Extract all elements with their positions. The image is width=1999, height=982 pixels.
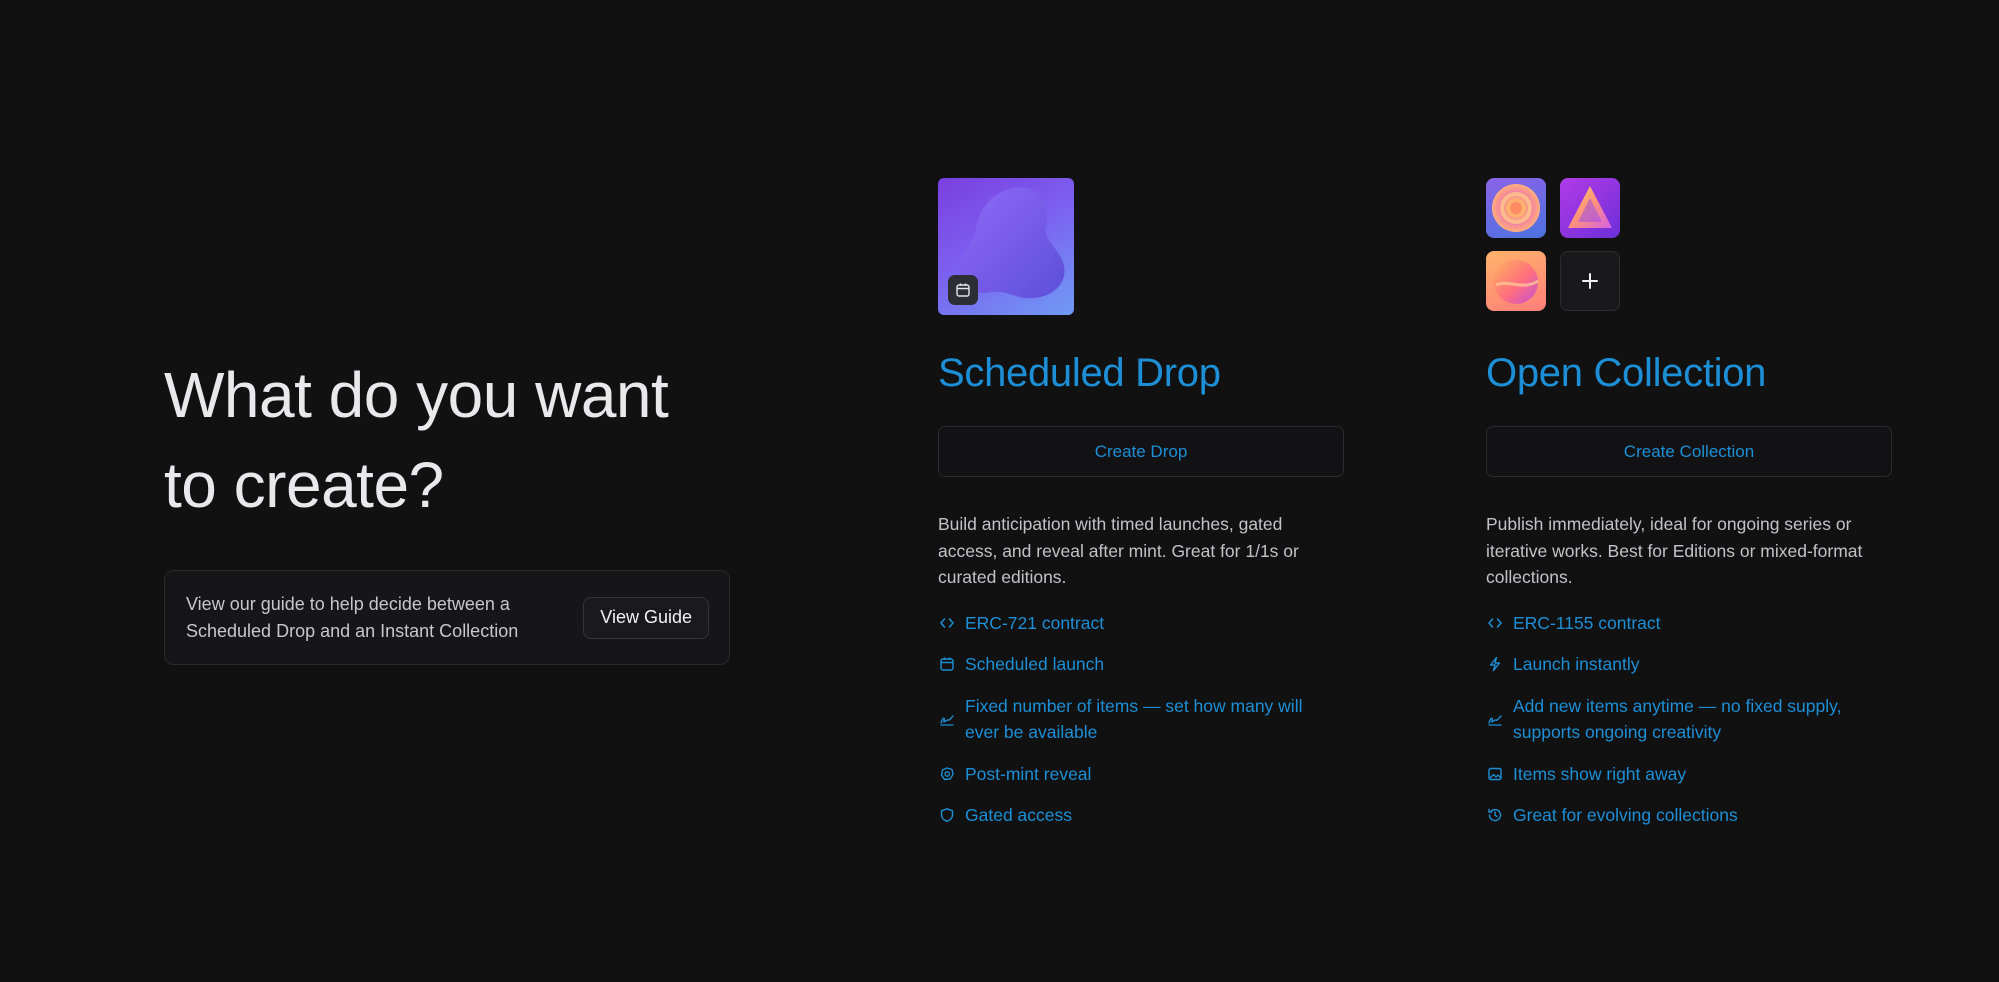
thumbnail-prism — [1560, 178, 1620, 238]
open-collection-features: ERC-1155 contract Launch instantly Add n… — [1486, 610, 1892, 829]
feature-item: Gated access — [938, 802, 1344, 829]
feature-item: Great for evolving collections — [1486, 802, 1892, 829]
feature-item: Fixed number of items — set how many wil… — [938, 693, 1344, 746]
create-drop-button[interactable]: Create Drop — [938, 426, 1344, 477]
feature-item: ERC-1155 contract — [1486, 610, 1892, 637]
plus-icon — [1582, 273, 1598, 289]
thumbnail-rings — [1486, 178, 1546, 238]
code-icon — [938, 614, 956, 632]
scheduled-drop-title: Scheduled Drop — [938, 351, 1221, 395]
intro-section: What do you want to create? View our gui… — [164, 350, 734, 665]
image-icon — [1486, 765, 1504, 783]
create-collection-button[interactable]: Create Collection — [1486, 426, 1892, 477]
feature-item: Items show right away — [1486, 761, 1892, 788]
page-title: What do you want to create? — [164, 359, 669, 521]
feature-item: Add new items anytime — no fixed supply,… — [1486, 693, 1892, 746]
guide-callout: View our guide to help decide between a … — [164, 570, 730, 665]
feature-item: Launch instantly — [1486, 651, 1892, 678]
feature-item: Scheduled launch — [938, 651, 1344, 678]
history-icon — [1486, 806, 1504, 824]
open-collection-description: Publish immediately, ideal for ongoing s… — [1486, 514, 1863, 587]
create-page: What do you want to create? View our gui… — [0, 0, 1999, 982]
guide-text: View our guide to help decide between a … — [186, 593, 519, 641]
feature-item: Post-mint reveal — [938, 761, 1344, 788]
scheduled-drop-thumbnail — [938, 178, 1074, 315]
reveal-icon — [938, 765, 956, 783]
open-collection-option: Open Collection Create Collection Publis… — [1486, 178, 1892, 844]
add-item-tile[interactable] — [1560, 251, 1620, 311]
signature-icon — [938, 710, 956, 728]
open-collection-title: Open Collection — [1486, 351, 1767, 395]
lightning-icon — [1486, 655, 1504, 673]
calendar-icon — [956, 283, 970, 297]
signature-icon — [1486, 710, 1504, 728]
scheduled-drop-option: Scheduled Drop Create Drop Build anticip… — [938, 178, 1344, 844]
calendar-icon — [938, 655, 956, 673]
open-collection-thumbnails — [1486, 178, 1622, 315]
shield-icon — [938, 806, 956, 824]
thumbnail-sphere — [1486, 251, 1546, 311]
code-icon — [1486, 614, 1504, 632]
feature-item: ERC-721 contract — [938, 610, 1344, 637]
view-guide-button[interactable]: View Guide — [583, 596, 709, 639]
calendar-badge — [948, 275, 978, 305]
scheduled-drop-features: ERC-721 contract Scheduled launch Fixed … — [938, 610, 1344, 829]
scheduled-drop-description: Build anticipation with timed launches, … — [938, 514, 1299, 587]
